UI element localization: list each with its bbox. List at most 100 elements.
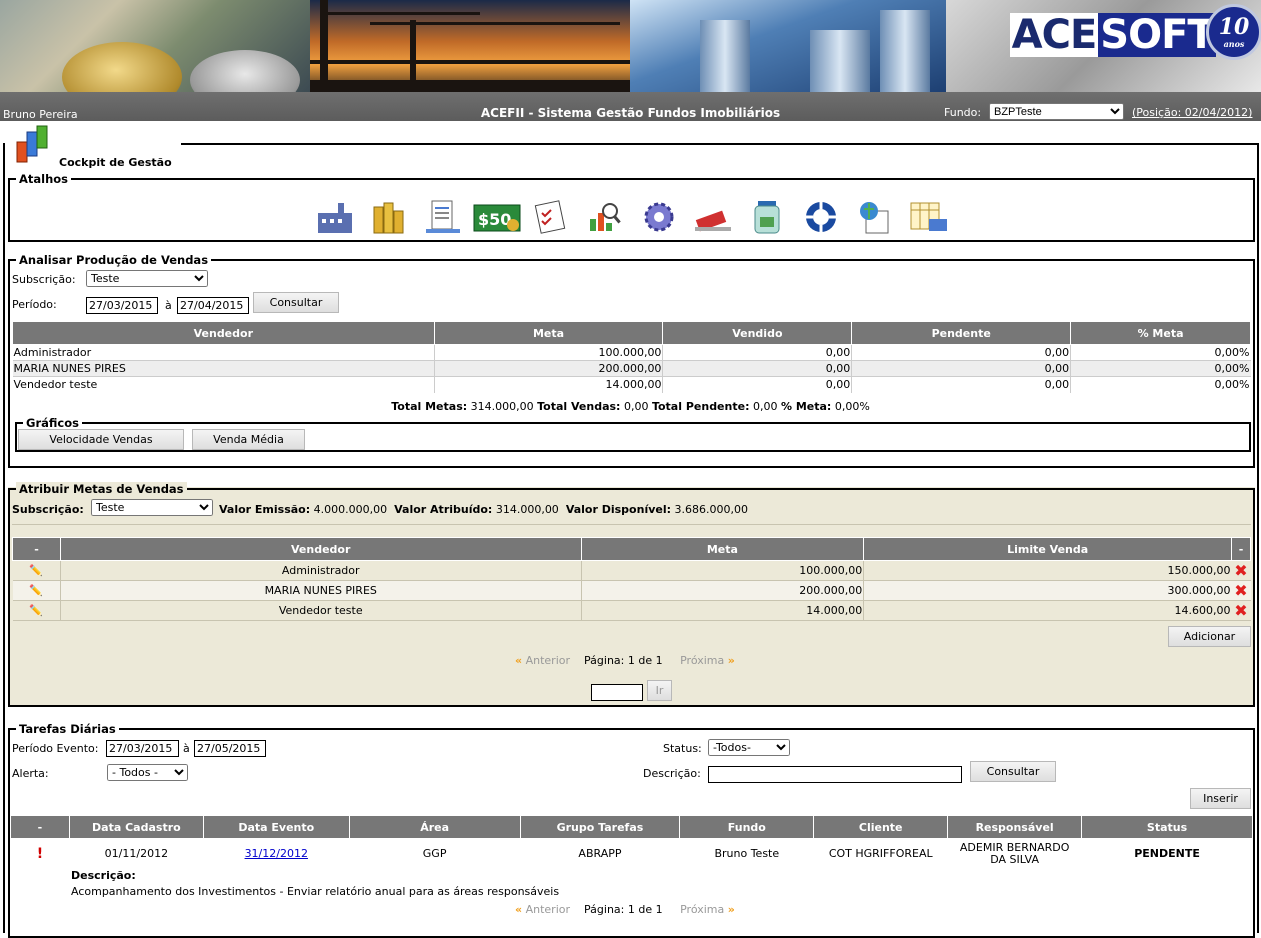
delete-icon[interactable]: ✖ [1234, 601, 1247, 620]
period-to-label: à [165, 299, 172, 312]
goals-pager: « Anterior Página: 1 de 1 Próxima » [515, 654, 735, 667]
col-delete: - [1230, 537, 1252, 561]
col-area[interactable]: Área [348, 815, 521, 839]
eraser-icon[interactable] [686, 196, 740, 238]
acesoft-logo: ACE SOFT 10 anos [1010, 4, 1261, 60]
money-icon[interactable]: $50 [470, 196, 524, 238]
status-label: Status: [663, 742, 702, 755]
subscription-select[interactable]: Teste [86, 270, 208, 287]
col-vendedor[interactable]: Vendedor [59, 537, 582, 561]
table-row: Administrador 100.000,00 0,00 0,00 0,00% [12, 344, 1251, 361]
event-to-label: à [183, 742, 190, 755]
goals-summary: Valor Emissão: 4.000.000,00 Valor Atribu… [219, 503, 748, 516]
add-goal-button[interactable]: Adicionar [1168, 626, 1251, 647]
cockpit-title: Cockpit de Gestão [59, 156, 172, 169]
insert-task-button[interactable]: Inserir [1190, 788, 1251, 809]
table-row: ✏️ Administrador 100.000,00 150.000,00 ✖ [12, 560, 1251, 581]
event-to-input[interactable]: 27/05/2015 [194, 740, 266, 757]
table-export-icon[interactable] [902, 196, 956, 238]
gear-icon[interactable] [632, 196, 686, 238]
delete-icon[interactable]: ✖ [1234, 581, 1247, 600]
goals-subscription-select[interactable]: Teste [91, 499, 213, 516]
col-edit: - [12, 537, 61, 561]
col-grupo-tarefas[interactable]: Grupo Tarefas [519, 815, 681, 839]
period-from-input[interactable]: 27/03/2015 [86, 297, 158, 314]
status-select[interactable]: -Todos- [708, 739, 790, 756]
consult-button[interactable]: Consultar [253, 292, 339, 313]
average-sale-chart-button[interactable]: Venda Média [192, 429, 305, 450]
goals-subscription-label: Subscrição: [12, 503, 84, 516]
sales-totals: Total Metas: 314.000,00 Total Vendas: 0,… [391, 400, 870, 413]
col-limite-venda[interactable]: Limite Venda [863, 537, 1232, 561]
table-row: ✏️ Vendedor teste 14.000,00 14.600,00 ✖ [12, 600, 1251, 621]
alert-select[interactable]: - Todos - [107, 764, 188, 781]
page-indicator: Página: 1 de 1 [584, 654, 663, 667]
prev-page-link[interactable]: Anterior [526, 903, 570, 916]
status-badge: PENDENTE [1134, 847, 1200, 861]
factory-icon[interactable] [308, 196, 362, 238]
col-cliente[interactable]: Cliente [813, 815, 949, 839]
prev-page-link[interactable]: Anterior [526, 654, 570, 667]
next-page-link[interactable]: Próxima [680, 654, 724, 667]
col-meta[interactable]: Meta [433, 321, 664, 345]
tasks-pager: « Anterior Página: 1 de 1 Próxima » [515, 903, 735, 916]
col-vendido[interactable]: Vendido [662, 321, 853, 345]
globe-upload-icon[interactable] [848, 196, 902, 238]
table-row[interactable]: ! 01/11/2012 31/12/2012 GGP ABRAPP Bruno… [11, 839, 1253, 869]
document-icon[interactable] [416, 196, 470, 238]
edit-icon[interactable]: ✏️ [29, 564, 43, 577]
event-period-label: Período Evento: [12, 742, 99, 755]
fund-select[interactable]: BZPTeste [989, 103, 1124, 120]
col-data-evento[interactable]: Data Evento [202, 815, 350, 839]
description-label: Descrição: [643, 767, 701, 780]
lifebuoy-icon[interactable] [794, 196, 848, 238]
next-page-link[interactable]: Próxima [680, 903, 724, 916]
table-row: ✏️ MARIA NUNES PIRES 200.000,00 300.000,… [12, 580, 1251, 601]
alert-label: Alerta: [12, 767, 49, 780]
description-input[interactable] [708, 766, 962, 783]
col-status[interactable]: Status [1081, 815, 1253, 839]
tasks-table: - Data Cadastro Data Evento Área Grupo T… [10, 815, 1253, 869]
period-label: Período: [12, 298, 57, 311]
col-data-cadastro[interactable]: Data Cadastro [68, 815, 204, 839]
position-link[interactable]: (Posição: 02/04/2012) [1132, 106, 1252, 119]
banner-buildings-image [630, 0, 946, 92]
coins-icon[interactable] [362, 196, 416, 238]
col-alert: - [10, 815, 70, 839]
event-from-input[interactable]: 27/03/2015 [106, 740, 179, 757]
subscription-label: Subscrição: [12, 273, 76, 286]
col-meta-percent[interactable]: % Meta [1070, 321, 1251, 345]
col-pendente[interactable]: Pendente [851, 321, 1072, 345]
sales-speed-chart-button[interactable]: Velocidade Vendas [18, 429, 184, 450]
cockpit-icon [15, 124, 51, 164]
task-description-label: Descrição: [71, 869, 136, 882]
sales-production-legend: Analisar Produção de Vendas [19, 253, 209, 267]
charts-legend: Gráficos [26, 416, 79, 430]
delete-icon[interactable]: ✖ [1234, 561, 1247, 580]
col-vendedor[interactable]: Vendedor [12, 321, 435, 345]
col-meta[interactable]: Meta [580, 537, 865, 561]
period-to-input[interactable]: 27/04/2015 [177, 297, 249, 314]
shortcuts-icons: $50 [308, 196, 956, 238]
edit-icon[interactable]: ✏️ [29, 584, 43, 597]
event-date-link[interactable]: 31/12/2012 [245, 847, 308, 860]
col-responsavel[interactable]: Responsável [947, 815, 1083, 839]
col-fundo[interactable]: Fundo [679, 815, 815, 839]
divider [12, 524, 1251, 525]
checklist-icon[interactable] [524, 196, 578, 238]
sales-table: Vendedor Meta Vendido Pendente % Meta Ad… [12, 321, 1251, 393]
alert-icon: ! [36, 845, 44, 862]
shortcuts-legend: Atalhos [19, 172, 69, 186]
banner-money-image [0, 0, 310, 92]
chart-search-icon[interactable] [578, 196, 632, 238]
go-page-button[interactable]: Ir [647, 680, 672, 701]
fund-label: Fundo: [944, 106, 982, 119]
table-row: Vendedor teste 14.000,00 0,00 0,00 0,00% [12, 376, 1250, 393]
top-bar: Bruno Pereira ACEFII - Sistema Gestão Fu… [0, 92, 1261, 121]
jar-icon[interactable] [740, 196, 794, 238]
table-row: MARIA NUNES PIRES 200.000,00 0,00 0,00 0… [12, 360, 1251, 377]
edit-icon[interactable]: ✏️ [29, 604, 43, 617]
tasks-consult-button[interactable]: Consultar [970, 761, 1056, 782]
page-number-input[interactable] [591, 684, 643, 701]
page-indicator: Página: 1 de 1 [584, 903, 663, 916]
